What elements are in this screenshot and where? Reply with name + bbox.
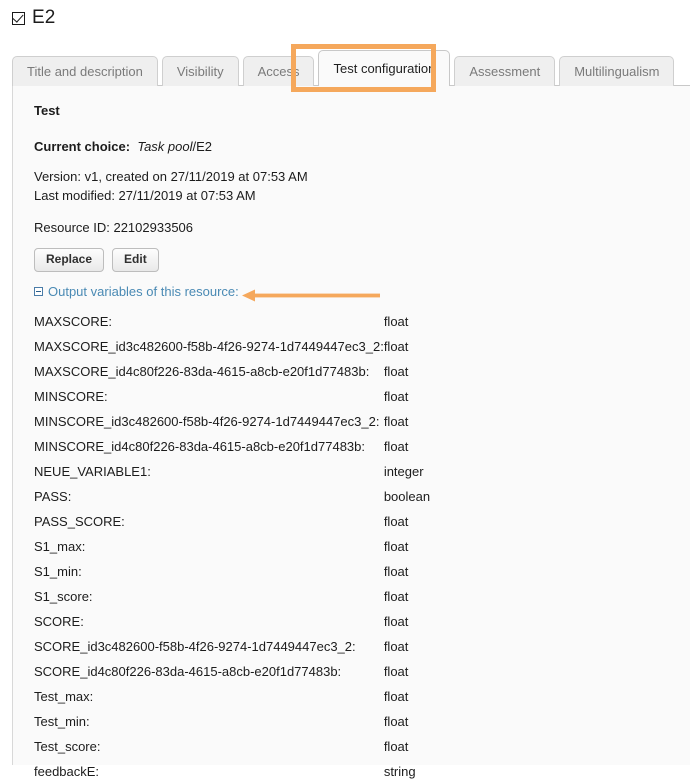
variable-type: float: [384, 634, 454, 659]
collapse-minus-icon[interactable]: [34, 287, 43, 296]
variable-type: float: [384, 534, 454, 559]
tab-assessment[interactable]: Assessment: [454, 56, 555, 86]
current-choice-pool: Task pool: [137, 139, 192, 154]
variable-name: Test_max:: [34, 684, 384, 709]
table-row: MINSCORE_id4c80f226-83da-4615-a8cb-e20f1…: [34, 434, 454, 459]
title-checkbox[interactable]: [12, 12, 25, 25]
variable-name: MINSCORE:: [34, 384, 384, 409]
output-variables-table: MAXSCORE:float MAXSCORE_id3c482600-f58b-…: [34, 309, 454, 784]
table-row: MINSCORE_id3c482600-f58b-4f26-9274-1d744…: [34, 409, 454, 434]
table-row: SCORE:float: [34, 609, 454, 634]
table-row: PASS_SCORE:float: [34, 509, 454, 534]
annotation-arrow-icon: [242, 289, 380, 302]
variable-type: integer: [384, 459, 454, 484]
table-row: SCORE_id3c482600-f58b-4f26-9274-1d744944…: [34, 634, 454, 659]
table-row: S1_max:float: [34, 534, 454, 559]
variable-name: SCORE:: [34, 609, 384, 634]
current-choice-row: Current choice: Task pool/E2: [34, 139, 674, 154]
table-row: Test_min:float: [34, 709, 454, 734]
last-modified-line: Last modified: 27/11/2019 at 07:53 AM: [34, 186, 674, 205]
tab-title-and-description[interactable]: Title and description: [12, 56, 158, 86]
variable-name: MAXSCORE_id3c482600-f58b-4f26-9274-1d744…: [34, 334, 384, 359]
output-variables-toggle-link[interactable]: Output variables of this resource:: [48, 284, 239, 299]
table-row: Test_max:float: [34, 684, 454, 709]
edit-button[interactable]: Edit: [112, 248, 159, 272]
action-button-row: Replace Edit: [34, 248, 674, 272]
variable-name: Test_score:: [34, 734, 384, 759]
tab-multilingualism[interactable]: Multilingualism: [559, 56, 674, 86]
variable-type: float: [384, 734, 454, 759]
replace-button[interactable]: Replace: [34, 248, 104, 272]
current-choice-label: Current choice:: [34, 139, 130, 154]
variable-type: float: [384, 384, 454, 409]
output-variables-body: MAXSCORE:float MAXSCORE_id3c482600-f58b-…: [34, 309, 454, 784]
version-line: Version: v1, created on 27/11/2019 at 07…: [34, 167, 674, 186]
variable-type: float: [384, 334, 454, 359]
variable-name: SCORE_id3c482600-f58b-4f26-9274-1d744944…: [34, 634, 384, 659]
table-row: MINSCORE:float: [34, 384, 454, 409]
variable-name: MINSCORE_id3c482600-f58b-4f26-9274-1d744…: [34, 409, 384, 434]
table-row: S1_min:float: [34, 559, 454, 584]
variable-type: float: [384, 684, 454, 709]
page-header: E2: [12, 8, 55, 28]
variable-name: PASS:: [34, 484, 384, 509]
variable-name: MAXSCORE_id4c80f226-83da-4615-a8cb-e20f1…: [34, 359, 384, 384]
output-variables-toggle-row: Output variables of this resource:: [34, 284, 674, 299]
test-configuration-content: Test Current choice: Task pool/E2 Versio…: [34, 103, 674, 784]
section-heading: Test: [34, 103, 674, 118]
page-title: E2: [32, 8, 55, 28]
variable-type: float: [384, 709, 454, 734]
table-row: PASS:boolean: [34, 484, 454, 509]
variable-name: S1_min:: [34, 559, 384, 584]
resource-id-line: Resource ID: 22102933506: [34, 218, 674, 237]
variable-type: float: [384, 659, 454, 684]
variable-type: float: [384, 509, 454, 534]
variable-type: float: [384, 559, 454, 584]
table-row: S1_score:float: [34, 584, 454, 609]
variable-name: SCORE_id4c80f226-83da-4615-a8cb-e20f1d77…: [34, 659, 384, 684]
tab-test-configuration[interactable]: Test configuration: [318, 50, 450, 86]
current-choice-name: E2: [196, 139, 212, 154]
table-row: SCORE_id4c80f226-83da-4615-a8cb-e20f1d77…: [34, 659, 454, 684]
table-row: MAXSCORE_id3c482600-f58b-4f26-9274-1d744…: [34, 334, 454, 359]
variable-type: float: [384, 584, 454, 609]
variable-name: NEUE_VARIABLE1:: [34, 459, 384, 484]
variable-type: float: [384, 434, 454, 459]
tab-bar: Title and description Visibility Access …: [12, 50, 690, 86]
variable-name: Test_min:: [34, 709, 384, 734]
table-row: NEUE_VARIABLE1:integer: [34, 459, 454, 484]
table-row: Test_score:float: [34, 734, 454, 759]
variable-type: boolean: [384, 484, 454, 509]
variable-name: MINSCORE_id4c80f226-83da-4615-a8cb-e20f1…: [34, 434, 384, 459]
variable-name: S1_max:: [34, 534, 384, 559]
variable-type: float: [384, 409, 454, 434]
variable-name: feedbackE:: [34, 759, 384, 784]
variable-name: S1_score:: [34, 584, 384, 609]
variable-type: float: [384, 309, 454, 334]
variable-name: MAXSCORE:: [34, 309, 384, 334]
checkmark-icon: [12, 11, 23, 22]
variable-type: float: [384, 359, 454, 384]
variable-type: string: [384, 759, 454, 784]
table-row: MAXSCORE:float: [34, 309, 454, 334]
table-row: feedbackE:string: [34, 759, 454, 784]
variable-name: PASS_SCORE:: [34, 509, 384, 534]
tab-access[interactable]: Access: [243, 56, 315, 86]
tab-visibility[interactable]: Visibility: [162, 56, 239, 86]
table-row: MAXSCORE_id4c80f226-83da-4615-a8cb-e20f1…: [34, 359, 454, 384]
variable-type: float: [384, 609, 454, 634]
